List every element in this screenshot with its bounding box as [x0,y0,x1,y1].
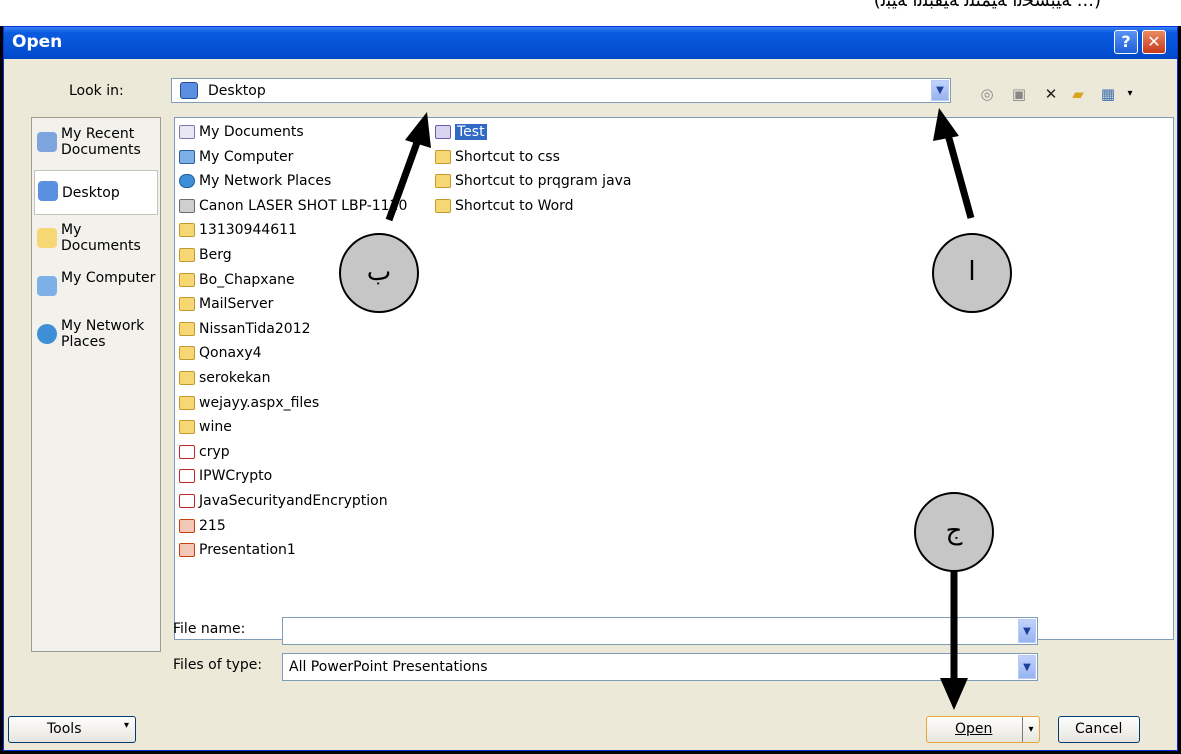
arrow-a-shaft [943,130,975,219]
arrow-b-shaft [385,135,423,222]
annotation-arrows [385,108,975,710]
arrow-a-head [933,108,959,141]
callout-c: ج [914,492,994,572]
callout-a: ا [932,233,1012,313]
arrow-b-head [405,112,431,148]
arrow-c-head [940,678,968,710]
callout-b: ب [339,233,419,313]
